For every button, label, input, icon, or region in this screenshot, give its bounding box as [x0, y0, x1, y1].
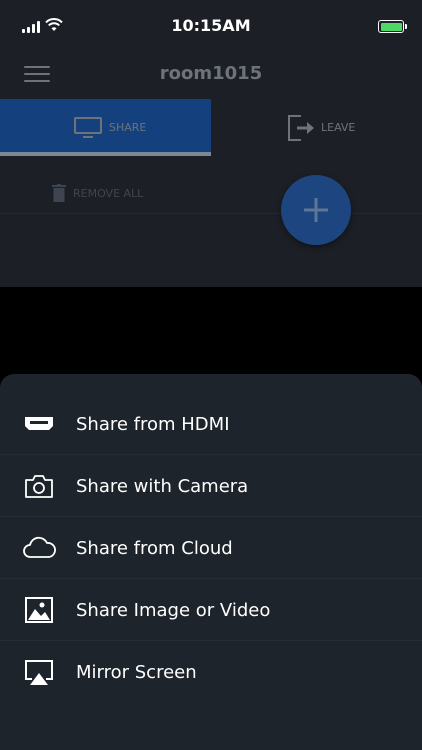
cloud-icon — [23, 536, 56, 558]
share-from-hdmi-label: Share from HDMI — [76, 414, 230, 435]
share-from-cloud[interactable]: Share from Cloud — [0, 517, 422, 579]
mirror-screen[interactable]: Mirror Screen — [0, 641, 422, 703]
share-sheet: Share from HDMI Share with Camera Share … — [0, 374, 422, 750]
app-screen: 10:15AM room1015 SHARE LEAVE REMOVE ALL — [0, 0, 422, 287]
share-from-cloud-label: Share from Cloud — [76, 538, 233, 559]
share-from-hdmi[interactable]: Share from HDMI — [0, 393, 422, 455]
tab-share-label: SHARE — [109, 121, 147, 134]
mirror-screen-label: Mirror Screen — [76, 662, 197, 683]
camera-icon — [25, 475, 53, 498]
share-with-camera[interactable]: Share with Camera — [0, 455, 422, 517]
monitor-icon — [74, 117, 102, 138]
share-image-or-video-label: Share Image or Video — [76, 600, 271, 621]
tab-share[interactable]: SHARE — [0, 99, 211, 156]
remove-all-label: REMOVE ALL — [73, 187, 144, 200]
airplay-icon — [25, 660, 53, 685]
battery-icon — [378, 20, 404, 33]
share-with-camera-label: Share with Camera — [76, 476, 249, 497]
room-title: room1015 — [159, 63, 263, 84]
tab-share-indicator — [0, 152, 211, 156]
trash-icon — [52, 184, 66, 202]
image-icon — [25, 597, 53, 623]
status-time: 10:15AM — [171, 16, 251, 35]
plus-icon — [304, 198, 328, 222]
share-image-or-video[interactable]: Share Image or Video — [0, 579, 422, 641]
hdmi-icon — [25, 417, 53, 430]
battery-tip — [405, 24, 407, 29]
tab-bar: SHARE LEAVE — [0, 99, 422, 156]
status-bar: 10:15AM — [0, 0, 422, 50]
add-share-button[interactable] — [281, 175, 351, 245]
tab-leave[interactable]: LEAVE — [211, 99, 422, 156]
tab-leave-label: LEAVE — [321, 121, 356, 134]
nav-bar: room1015 — [0, 50, 422, 98]
exit-icon — [288, 115, 314, 141]
content-divider — [0, 213, 422, 214]
